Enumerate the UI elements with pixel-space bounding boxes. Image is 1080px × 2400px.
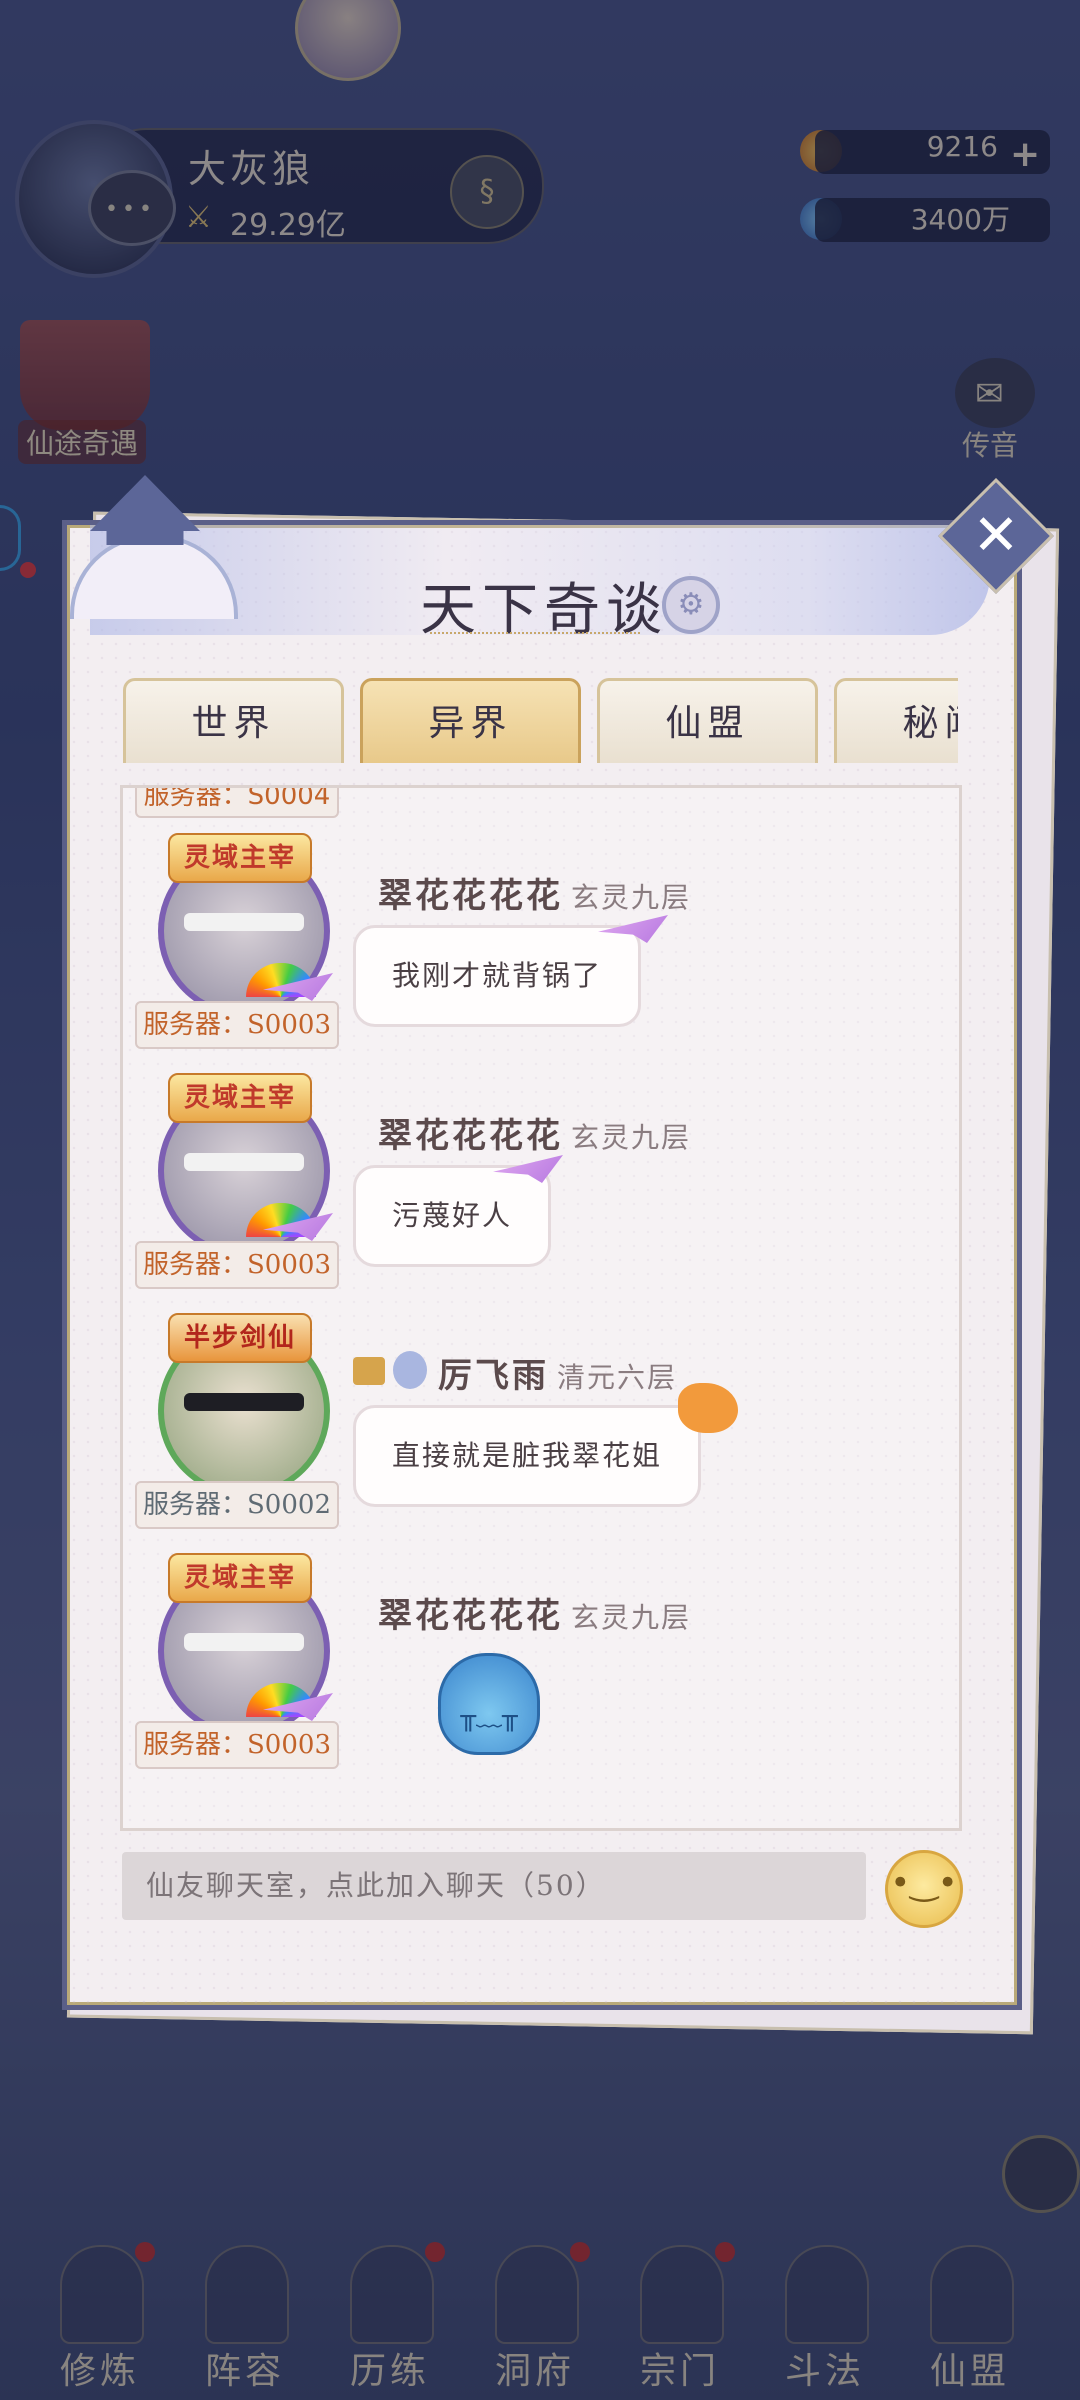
treasure-icon [353,1357,385,1385]
title-badge: 半步剑仙 [168,1313,312,1363]
server-tag: 服务器：S0004 [135,788,339,818]
tab-bar: 世界 异界 仙盟 秘闻 [120,670,958,766]
spirit-beast-icon [393,1351,427,1389]
tab-world[interactable]: 世界 [123,678,344,763]
settings-icon[interactable]: ⚙ [662,576,720,634]
tab-alliance[interactable]: 仙盟 [597,678,818,763]
message-bubble: 直接就是脏我翠花姐 [353,1405,702,1507]
cultivation-rank: 玄灵九层 [571,1121,692,1154]
cultivation-rank: 清元六层 [557,1361,678,1394]
message-bubble: 我刚才就背锅了 [353,925,642,1027]
close-icon: ✕ [972,503,1020,568]
title-badge: 灵域主宰 [168,833,312,883]
user-name[interactable]: 翠花花花花 玄灵九层 [378,868,691,917]
dragon-icon [678,1383,738,1433]
tab-secrets[interactable]: 秘闻 [834,678,958,763]
user-name[interactable]: 厉飞雨 清元六层 [438,1348,677,1397]
message-bubble: 污蔑好人 [353,1165,552,1267]
server-tag: 服务器：S0003 [135,1721,339,1769]
tab-otherworld[interactable]: 异界 [360,678,581,763]
rank-icons [353,1351,433,1391]
smile-icon: •‿• [890,1863,958,1903]
title-badge: 灵域主宰 [168,1073,312,1123]
user-name[interactable]: 翠花花花花 玄灵九层 [378,1588,691,1637]
chat-input[interactable]: 仙友聊天室，点此加入聊天（50） [122,1852,866,1920]
chat-message: 半步剑仙 服务器：S0002 厉飞雨 清元六层 直接就是脏我翠花姐 [123,1313,959,1543]
server-tag: 服务器：S0003 [135,1241,339,1289]
cultivation-rank: 玄灵九层 [571,881,692,914]
chat-message: 灵域主宰 服务器：S0003 翠花花花花 玄灵九层 我刚才就背锅了 [123,833,959,1063]
pavilion-decoration [40,455,240,619]
user-name[interactable]: 翠花花花花 玄灵九层 [378,1108,691,1157]
emoji-button[interactable]: •‿• [885,1850,963,1928]
server-tag: 服务器：S0003 [135,1001,339,1049]
chat-message: 灵域主宰 服务器：S0003 翠花花花花 玄灵九层 污蔑好人 [123,1073,959,1303]
chat-message-list[interactable]: 服务器：S0004 灵域主宰 服务器：S0003 翠花花花花 玄灵九层 我刚才就背… [120,785,962,1831]
sad-face-sticker-icon: ╥﹏╥ [438,1653,540,1755]
cultivation-rank: 玄灵九层 [571,1601,692,1634]
chat-message: 灵域主宰 服务器：S0003 翠花花花花 玄灵九层 ╥﹏╥ [123,1553,959,1783]
title-badge: 灵域主宰 [168,1553,312,1603]
server-tag: 服务器：S0002 [135,1481,339,1529]
title-underline [430,632,640,634]
